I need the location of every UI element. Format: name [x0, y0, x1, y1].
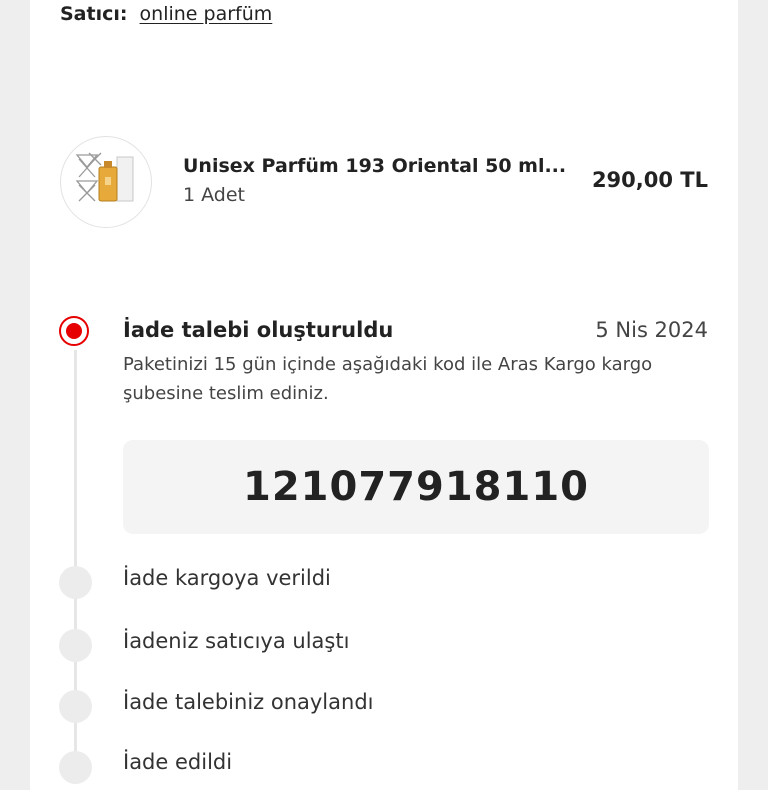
step-date: 5 Nis 2024	[595, 318, 708, 342]
step-title-arrived: İadeniz satıcıya ulaştı	[123, 629, 350, 653]
pending-step-dot	[59, 566, 92, 599]
step-title-return-created: İade talebi oluşturuldu	[123, 318, 394, 342]
product-quantity: 1 Adet	[183, 184, 245, 206]
step-title-shipped: İade kargoya verildi	[123, 566, 331, 590]
product-title[interactable]: Unisex Parfüm 193 Oriental 50 ml...	[183, 155, 566, 177]
product-price: 290,00 TL	[591, 168, 708, 192]
step-description: Paketinizi 15 gün içinde aşağıdaki kod i…	[123, 354, 653, 404]
pending-step-dot	[59, 629, 92, 662]
step-title-approved: İade talebiniz onaylandı	[123, 690, 374, 714]
seller-label: Satıcı:	[60, 3, 128, 25]
active-step-dot	[59, 316, 89, 346]
step-title-refunded: İade edildi	[123, 750, 233, 774]
return-code[interactable]: 121077918110	[243, 464, 589, 510]
seller-link[interactable]: online parfüm	[140, 3, 273, 25]
return-code-box[interactable]: 121077918110	[123, 440, 709, 534]
product-thumbnail[interactable]	[60, 136, 152, 228]
seller-row: Satıcı: online parfüm	[60, 3, 272, 25]
pending-step-dot	[59, 690, 92, 723]
perfume-bottle-icon	[75, 152, 134, 202]
